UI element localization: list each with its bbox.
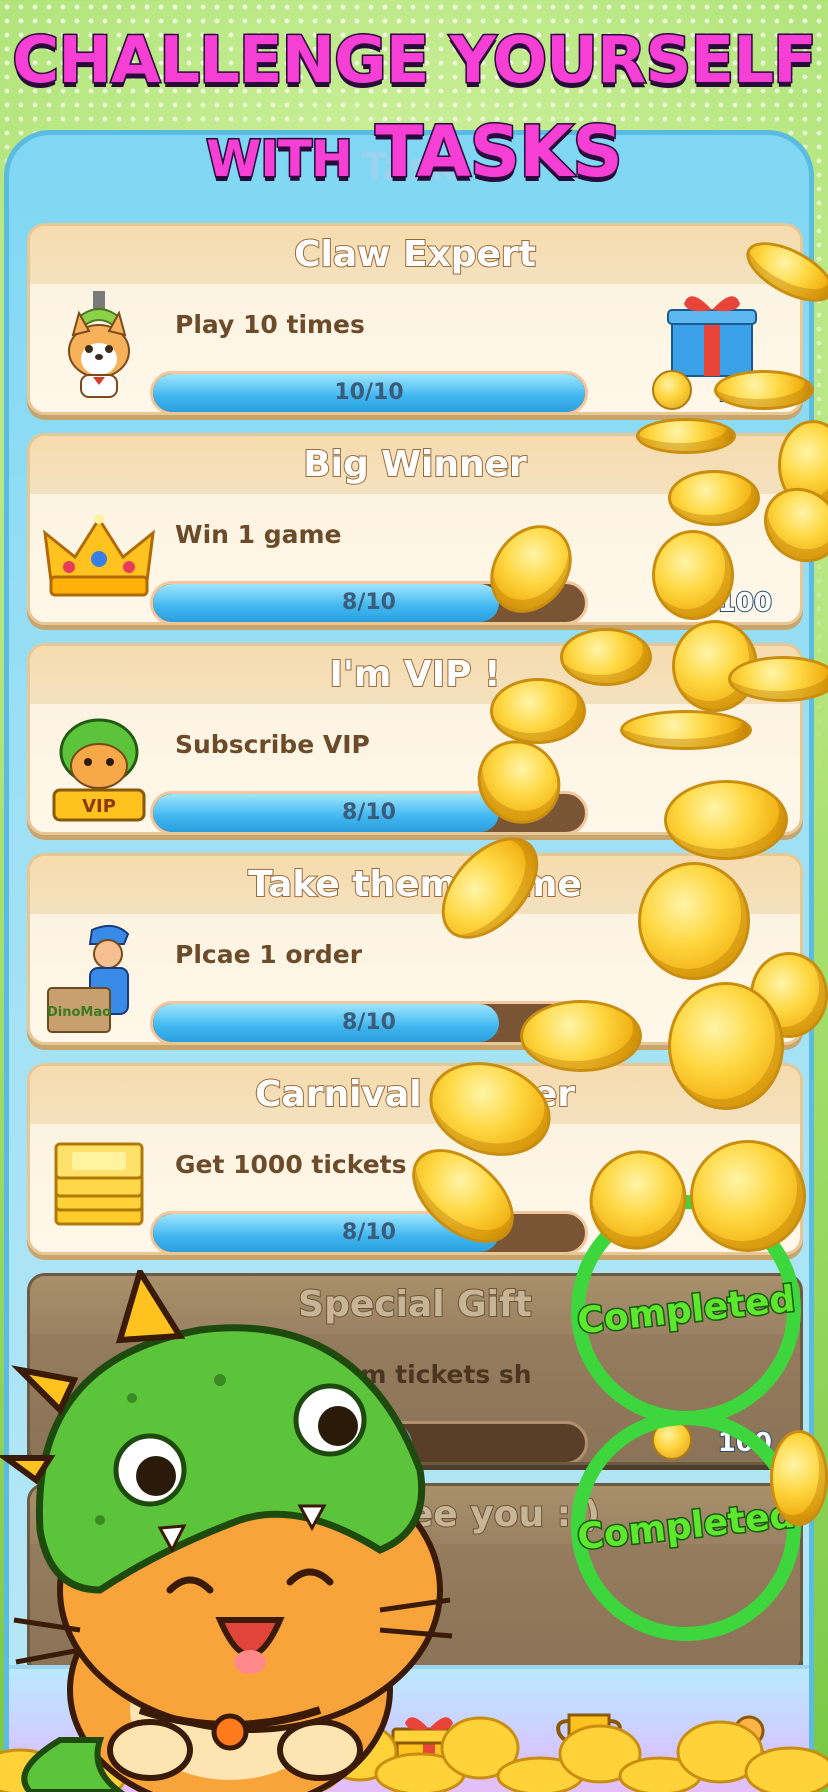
coin-icon [490, 678, 586, 744]
ticket-stack-icon [40, 1126, 158, 1246]
task-description: Get 1000 tickets [175, 1150, 407, 1179]
headline-tasks: TASKS [374, 110, 625, 195]
task-description: Plcae 1 order [175, 940, 363, 969]
coin-icon [638, 862, 750, 980]
coin-icon [652, 530, 734, 620]
coin-icon [652, 370, 692, 410]
coin-icon [668, 982, 784, 1110]
box-label: DinoMao [47, 1005, 111, 1020]
corgi-claw-icon [40, 286, 158, 406]
task-card[interactable]: Claw Expert Play 10 times 10/10 [27, 223, 803, 415]
vip-dino-cat-icon: VIP [40, 706, 158, 826]
coin-icon [690, 1140, 806, 1252]
task-title: Claw Expert [30, 226, 800, 284]
coin-icon [664, 780, 788, 860]
completed-label: Completed [574, 1493, 799, 1560]
progress-text: 10/10 [334, 380, 404, 405]
vip-badge-text: VIP [82, 796, 116, 817]
task-description: Win 1 game [175, 520, 342, 549]
coin-icon [770, 1430, 828, 1526]
headline-line-2: WITH TASKS [0, 104, 828, 207]
crown-icon [40, 496, 158, 616]
progress-bar: 10/10 [150, 371, 588, 412]
gift-box-icon [667, 296, 757, 377]
coin-icon [636, 418, 736, 454]
completed-label: Completed [574, 1277, 799, 1344]
coin-icon [560, 628, 652, 686]
delivery-man-icon: DinoMao [40, 916, 158, 1036]
task-description: Subscribe VIP [175, 730, 370, 759]
coin-icon [668, 470, 760, 526]
coin-icon [728, 656, 828, 702]
progress-text: 8/10 [342, 1220, 396, 1245]
completed-stamp: Completed [571, 1411, 801, 1641]
coin-icon [520, 1000, 642, 1072]
task-description: Play 10 times [175, 310, 365, 339]
dino-cat-mascot [0, 1270, 453, 1792]
progress-bar: 8/10 [150, 1211, 588, 1252]
headline-line-1: CHALLENGE YOURSELF [11, 23, 818, 100]
coin-icon [714, 370, 814, 410]
coin-icon [620, 710, 752, 750]
headline-with: WITH [205, 129, 355, 190]
promo-headline: CHALLENGE YOURSELF WITH TASKS [0, 18, 828, 207]
